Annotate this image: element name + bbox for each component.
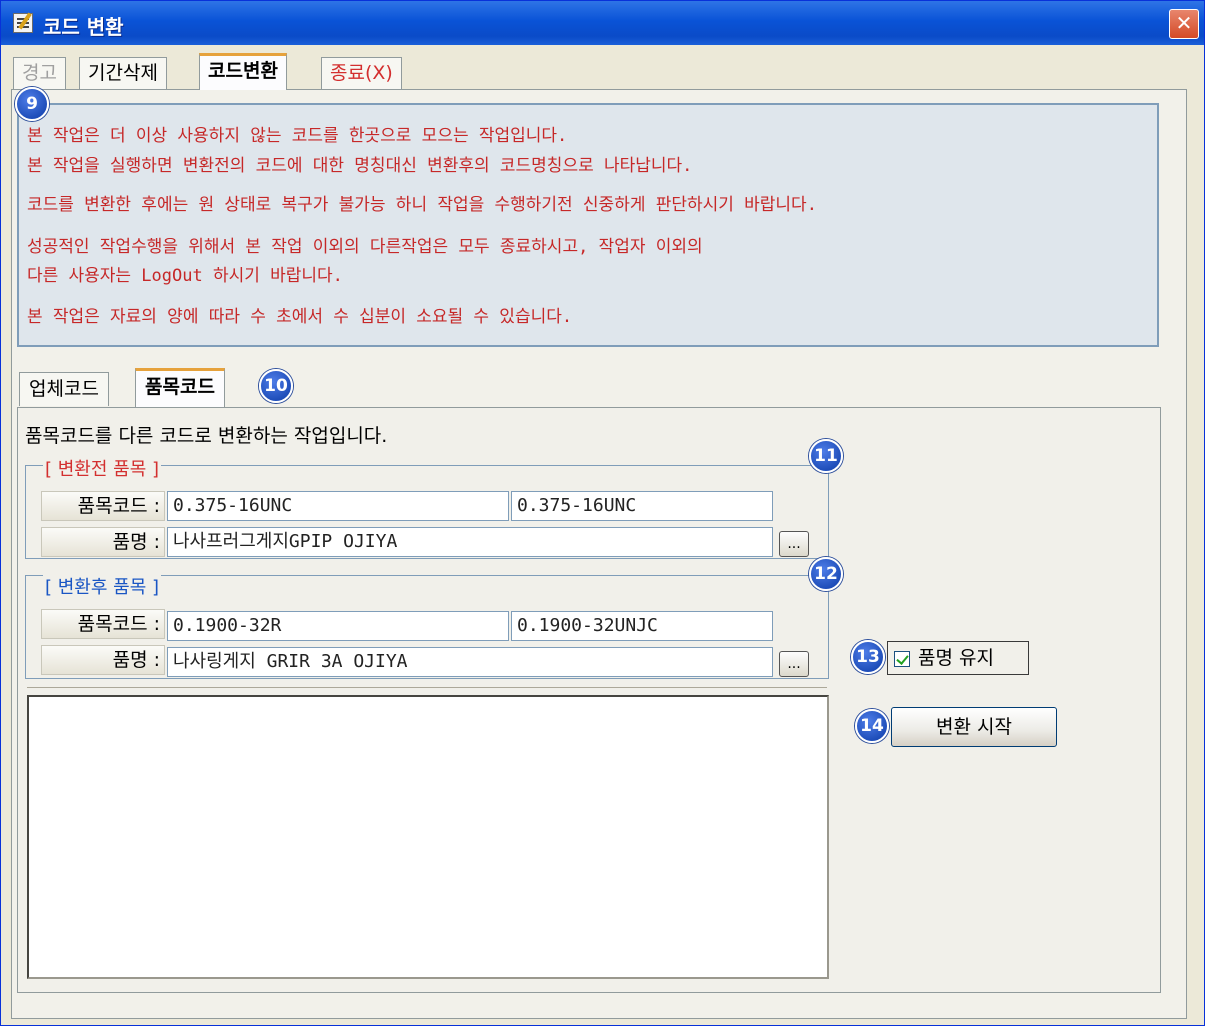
divider [27,687,827,688]
before-code-input[interactable]: 0.375-16UNC [167,491,509,521]
close-button[interactable]: ✕ [1169,9,1199,39]
before-group-title: [ 변환전 품목 ] [43,455,162,481]
tab-code-convert[interactable]: 코드변환 [199,53,287,90]
tab-item-code[interactable]: 품목코드 [135,368,225,407]
tab-period-delete[interactable]: 기간삭제 [79,57,167,89]
callout-badge-10: 10 [259,369,293,403]
after-code-label: 품목코드 : [41,609,165,639]
tab-vendor-code[interactable]: 업체코드 [19,372,109,406]
after-group-title: [ 변환후 품목 ] [43,573,162,599]
keep-name-label: 품명 유지 [918,647,994,669]
before-code-input-2[interactable]: 0.375-16UNC [511,491,773,521]
description-text: 품목코드를 다른 코드로 변환하는 작업입니다. [25,425,388,447]
notice-line: 본 작업은 자료의 양에 따라 수 초에서 수 십분이 소요될 수 있습니다. [27,307,573,327]
notice-line: 다른 사용자는 LogOut 하시기 바랍니다. [27,266,343,286]
keep-name-checkbox-control[interactable]: 품명 유지 [887,641,1029,675]
before-browse-button[interactable]: ... [779,531,809,557]
before-code-label: 품목코드 : [41,491,165,521]
after-code-input[interactable]: 0.1900-32R [167,611,509,641]
after-browse-button[interactable]: ... [779,651,809,677]
after-name-input[interactable]: 나사링게지 GRIR 3A OJIYA [167,647,773,677]
log-output-area[interactable] [27,695,829,979]
code-convert-window: 코드 변환 ✕ 경고 기간삭제 코드변환 종료(X) 본 작업은 더 이상 사용… [0,0,1205,1026]
before-name-input[interactable]: 나사프러그게지GPIP OJIYA [167,527,773,557]
title-bar[interactable]: 코드 변환 ✕ [1,1,1204,45]
app-icon [13,13,33,33]
after-code-input-2[interactable]: 0.1900-32UNJC [511,611,773,641]
before-name-label: 품명 : [41,527,165,557]
notice-line: 본 작업은 더 이상 사용하지 않는 코드를 한곳으로 모으는 작업입니다. [27,126,568,146]
notice-line: 성공적인 작업수행을 위해서 본 작업 이외의 다른작업은 모두 종료하시고, … [27,237,703,257]
callout-badge-14: 14 [855,709,889,743]
notice-line: 코드를 변환한 후에는 원 상태로 복구가 불가능 하니 작업을 수행하기전 신… [27,195,817,215]
after-name-label: 품명 : [41,645,165,675]
window-title: 코드 변환 [43,15,124,39]
tab-warning[interactable]: 경고 [13,57,66,89]
keep-name-checkbox[interactable] [894,651,910,667]
callout-badge-9: 9 [15,87,49,121]
callout-badge-11: 11 [809,439,843,473]
notice-line: 본 작업을 실행하면 변환전의 코드에 대한 명칭대신 변환후의 코드명칭으로 … [27,156,693,176]
callout-badge-12: 12 [809,557,843,591]
start-convert-button[interactable]: 변환 시작 [891,707,1057,747]
tab-exit[interactable]: 종료(X) [321,57,402,89]
callout-badge-13: 13 [851,640,885,674]
